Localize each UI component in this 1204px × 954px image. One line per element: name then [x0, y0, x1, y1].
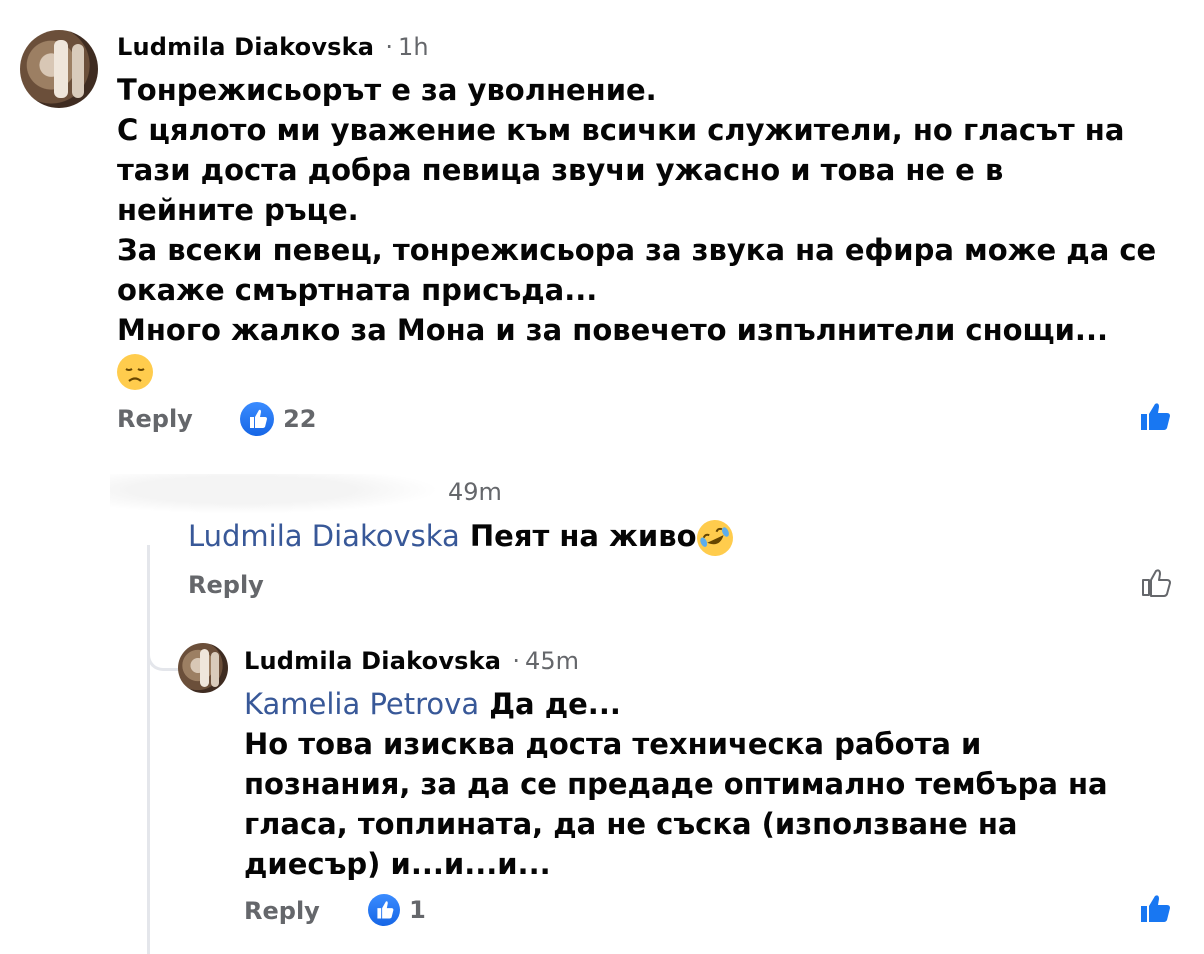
- author-name[interactable]: Ludmila Diakovska: [244, 647, 501, 675]
- author-name[interactable]: Ludmila Diakovska: [117, 33, 374, 61]
- timestamp[interactable]: 1h: [398, 33, 428, 61]
- timestamp[interactable]: 45m: [525, 647, 579, 675]
- reply-line: познания, за да се предаде оптимално тем…: [244, 767, 1108, 801]
- mention-link[interactable]: Ludmila Diakovska: [188, 519, 460, 553]
- like-button[interactable]: [1138, 892, 1172, 926]
- thread-line: [147, 545, 150, 954]
- disappointed-face-icon: [117, 354, 153, 390]
- separator-dot: ·: [385, 33, 393, 61]
- comment-line: Тонрежисьорът е за уволнение.: [117, 73, 657, 107]
- reaction-summary[interactable]: 1: [368, 894, 426, 926]
- like-button[interactable]: [1140, 567, 1172, 599]
- thumbs-up-filled-icon: [1141, 403, 1170, 430]
- comment-header: Ludmila Diakovska · 45m: [244, 647, 579, 675]
- comment-line: тази доста добра певица звучи ужасно и т…: [117, 153, 1004, 187]
- rolling-on-floor-laughing-icon: [690, 514, 739, 562]
- comment-line: окаже смъртната присъда...: [117, 273, 598, 307]
- reply-button[interactable]: Reply: [244, 897, 320, 925]
- reply-body: Kamelia Petrova Да де... Но това изисква…: [244, 684, 1174, 884]
- reply-line: гласа, топлината, да не съска (използван…: [244, 807, 1018, 841]
- comment-line: нейните ръце.: [117, 193, 359, 227]
- reply-text: Да де...: [489, 687, 621, 721]
- like-count: 1: [409, 896, 426, 924]
- reply-line: Но това изисква доста техническа работа …: [244, 727, 982, 761]
- comment-line: С цялото ми уважение към всички служител…: [117, 113, 1125, 147]
- avatar[interactable]: [20, 30, 98, 108]
- like-reaction-icon: [368, 894, 400, 926]
- comment-line: Много жалко за Мона и за повечето изпълн…: [117, 313, 1108, 347]
- comment-header: Ludmila Diakovska · 1h: [117, 33, 429, 61]
- reply-button[interactable]: Reply: [188, 571, 264, 599]
- thumbs-up-filled-icon: [1141, 895, 1170, 922]
- thread-branch: [147, 640, 182, 671]
- timestamp[interactable]: 49m: [448, 478, 502, 506]
- like-count: 22: [283, 405, 317, 433]
- reply-line: диесър) и...и...и...: [244, 847, 551, 881]
- redacted-avatar-area: [110, 474, 440, 514]
- reply-text: Пеят на живо: [469, 519, 697, 553]
- reply-button[interactable]: Reply: [117, 405, 193, 433]
- avatar[interactable]: [178, 643, 228, 693]
- reaction-summary[interactable]: 22: [240, 402, 317, 436]
- comment-line: За всеки певец, тонрежисьора за звука на…: [117, 233, 1157, 267]
- reply-body: Ludmila Diakovska Пеят на живо: [188, 514, 739, 562]
- comment-body: Тонрежисьорът е за уволнение. С цялото м…: [117, 70, 1187, 390]
- like-reaction-icon: [240, 402, 274, 436]
- separator-dot: ·: [512, 647, 520, 675]
- mention-link[interactable]: Kamelia Petrova: [244, 687, 479, 721]
- like-button[interactable]: [1138, 400, 1172, 434]
- thumbs-up-outline-icon: [1142, 569, 1171, 597]
